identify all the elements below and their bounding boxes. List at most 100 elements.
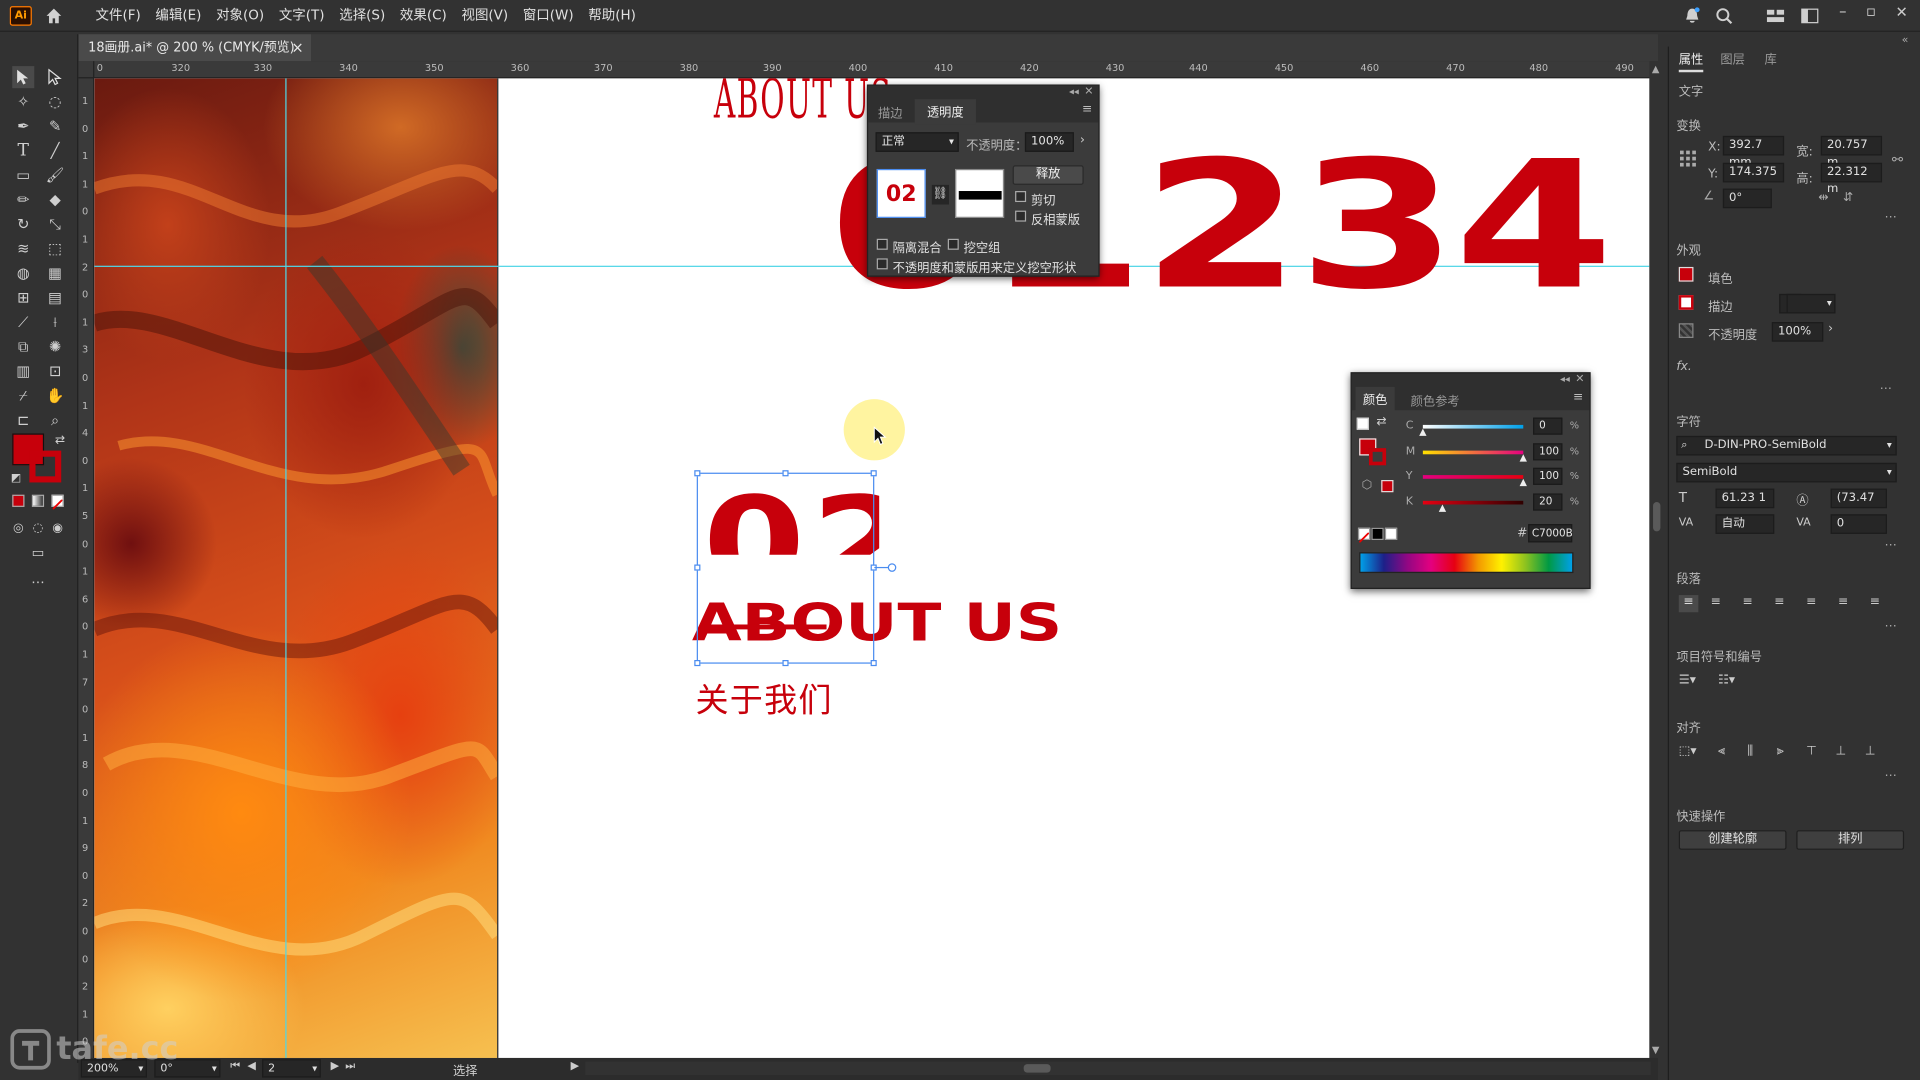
eyedropper-tool-icon[interactable]: ⟋ (12, 311, 34, 333)
isolate-blending-checkbox[interactable] (876, 238, 888, 250)
horizontal-scrollbar[interactable] (585, 1061, 1651, 1076)
gradient-tool-icon[interactable]: ▤ (44, 287, 66, 309)
x-input[interactable]: 392.7 mm (1722, 135, 1785, 169)
selection-handle[interactable] (782, 660, 789, 667)
symbol-sprayer-tool-icon[interactable]: ✺ (44, 336, 66, 358)
selection-bounding-box[interactable] (696, 472, 875, 664)
tab-stroke[interactable]: 描边 (878, 103, 902, 121)
selection-handle[interactable] (694, 660, 701, 667)
out-of-gamut-icon[interactable]: ⬡ (1362, 479, 1373, 492)
align-bottom-edges-icon[interactable]: ⊥ (1865, 744, 1876, 757)
home-icon[interactable] (44, 6, 64, 26)
channel-slider[interactable] (1422, 450, 1524, 454)
selection-handle[interactable] (782, 470, 789, 477)
panel-stroke-swatch[interactable] (1368, 448, 1387, 466)
free-transform-tool-icon[interactable]: ⬚ (44, 238, 66, 260)
slice-tool-icon[interactable]: ⌿ (12, 384, 34, 406)
define-knockout-checkbox[interactable] (876, 258, 888, 270)
maximize-button[interactable]: ▫ (1866, 2, 1876, 19)
flip-horizontal-icon[interactable]: ⇹ (1818, 191, 1828, 204)
leading-input[interactable]: (73.47 (1830, 488, 1887, 509)
document-tab-close[interactable]: × (291, 34, 303, 61)
workspace-icon[interactable] (1766, 7, 1786, 24)
align-center-icon[interactable]: ≡ (1711, 595, 1721, 608)
line-tool-icon[interactable]: ╱ (44, 140, 66, 162)
channel-slider-thumb[interactable] (1519, 453, 1527, 462)
abstract-painting-image[interactable] (94, 78, 498, 1058)
horizontal-scroll-thumb[interactable] (1023, 1064, 1051, 1073)
menu-help[interactable]: 帮助(H) (581, 6, 643, 26)
channel-value-input[interactable]: 0 (1533, 417, 1563, 435)
draw-inside-icon[interactable]: ◉ (47, 517, 69, 539)
column-graph-tool-icon[interactable]: ▥ (12, 360, 34, 382)
align-right-icon[interactable]: ≡ (1742, 595, 1752, 608)
collapse-icon[interactable]: ◂◂ (1069, 86, 1079, 97)
angle-input[interactable]: 0° (1722, 188, 1772, 209)
swap-colors-icon[interactable]: ⇄ (49, 429, 71, 451)
notification-icon[interactable] (1682, 6, 1702, 26)
white-swatch[interactable] (1384, 527, 1398, 541)
menu-select[interactable]: 选择(S) (332, 6, 393, 26)
menu-view[interactable]: 视图(V) (454, 6, 515, 26)
font-family-select[interactable]: ⌕ D-DIN-PRO-SemiBold ▾ (1676, 435, 1897, 456)
scroll-down-icon[interactable]: ▼ (1652, 1044, 1660, 1055)
none-swatch[interactable] (1357, 527, 1371, 544)
selection-handle[interactable] (694, 470, 701, 477)
vertical-ruler[interactable]: 10110120130140150160170180190200210 (78, 78, 95, 1058)
ruler-origin[interactable] (78, 61, 95, 79)
vertical-scroll-thumb[interactable] (1653, 502, 1661, 532)
appearance-stroke-swatch[interactable] (1678, 295, 1694, 310)
status-mode-label[interactable]: 选择 (453, 1060, 477, 1078)
eraser-tool-icon[interactable]: ◆ (44, 189, 66, 211)
vertical-scrollbar[interactable]: ▲ ▼ (1649, 61, 1665, 1058)
type-tool-icon[interactable]: T (12, 140, 34, 162)
flip-vertical-icon[interactable]: ⇵ (1843, 191, 1853, 204)
rectangle-tool-icon[interactable]: ▭ (12, 164, 34, 186)
tab-layers[interactable]: 图层 (1720, 49, 1744, 67)
blend-mode-select[interactable]: 正常 ▾ (875, 132, 959, 152)
justify-all-icon[interactable]: ≡ (1870, 595, 1880, 608)
direct-selection-tool-icon[interactable] (44, 66, 66, 88)
chevron-right-icon[interactable]: › (1828, 322, 1833, 335)
height-input[interactable]: 22.312 m (1820, 162, 1883, 196)
none-mode-button[interactable] (51, 494, 64, 511)
reference-point-icon[interactable] (1679, 149, 1699, 169)
menu-window[interactable]: 窗口(W) (515, 6, 580, 26)
menu-object[interactable]: 对象(O) (209, 6, 272, 26)
panel-menu-icon[interactable]: ≡ (1082, 103, 1092, 116)
hand-tool-icon[interactable]: ✋ (44, 384, 66, 406)
more-options-icon[interactable]: ⋯ (1884, 620, 1896, 633)
link-icon[interactable]: ⛓ (931, 184, 949, 205)
status-arrow-icon[interactable]: ▶ (571, 1060, 579, 1072)
panel-close-icon[interactable]: ✕ (1084, 86, 1093, 98)
warp-tool-icon[interactable]: ≋ (12, 238, 34, 260)
channel-slider[interactable] (1422, 500, 1524, 504)
clip-checkbox[interactable] (1015, 191, 1027, 203)
align-left-edges-icon[interactable]: ⫷ (1718, 744, 1725, 757)
align-v-center-icon[interactable]: ⊥ (1836, 744, 1847, 757)
channel-value-input[interactable]: 100 (1533, 442, 1563, 460)
constrain-proportions-icon[interactable]: ⚯ (1892, 152, 1903, 168)
search-icon[interactable] (1714, 6, 1734, 26)
rotate-handle[interactable] (887, 563, 897, 572)
minimize-button[interactable]: – (1839, 2, 1846, 19)
tab-transparency[interactable]: 透明度 (914, 99, 976, 125)
tab-color-guide[interactable]: 颜色参考 (1411, 391, 1460, 409)
stroke-color-swatch[interactable] (29, 450, 62, 483)
arrange-button[interactable]: 排列 (1796, 830, 1905, 850)
vertical-guide[interactable] (285, 78, 287, 1058)
blend-tool-icon[interactable]: ⧉ (12, 336, 34, 358)
gradient-mode-button[interactable] (31, 494, 45, 507)
invert-mask-checkbox[interactable] (1015, 210, 1027, 222)
paintbrush-tool-icon[interactable]: 🖌 (44, 164, 66, 186)
menu-type[interactable]: 文字(T) (271, 6, 331, 26)
color-spectrum[interactable] (1359, 552, 1574, 574)
mask-thumbnail[interactable] (955, 168, 1005, 218)
swap-icon[interactable]: ⇄ (1376, 415, 1386, 428)
kerning-input[interactable]: 0 (1830, 514, 1887, 534)
mesh-tool-icon[interactable]: ⊞ (12, 287, 34, 309)
align-right-edges-icon[interactable]: ⫸ (1777, 744, 1784, 757)
color-panel-header[interactable]: ◂◂ ✕ 颜色 颜色参考 ≡ (1351, 373, 1590, 413)
font-size-input[interactable]: 61.23 1 (1715, 488, 1775, 509)
default-colors-icon[interactable]: ◩ (5, 468, 27, 490)
